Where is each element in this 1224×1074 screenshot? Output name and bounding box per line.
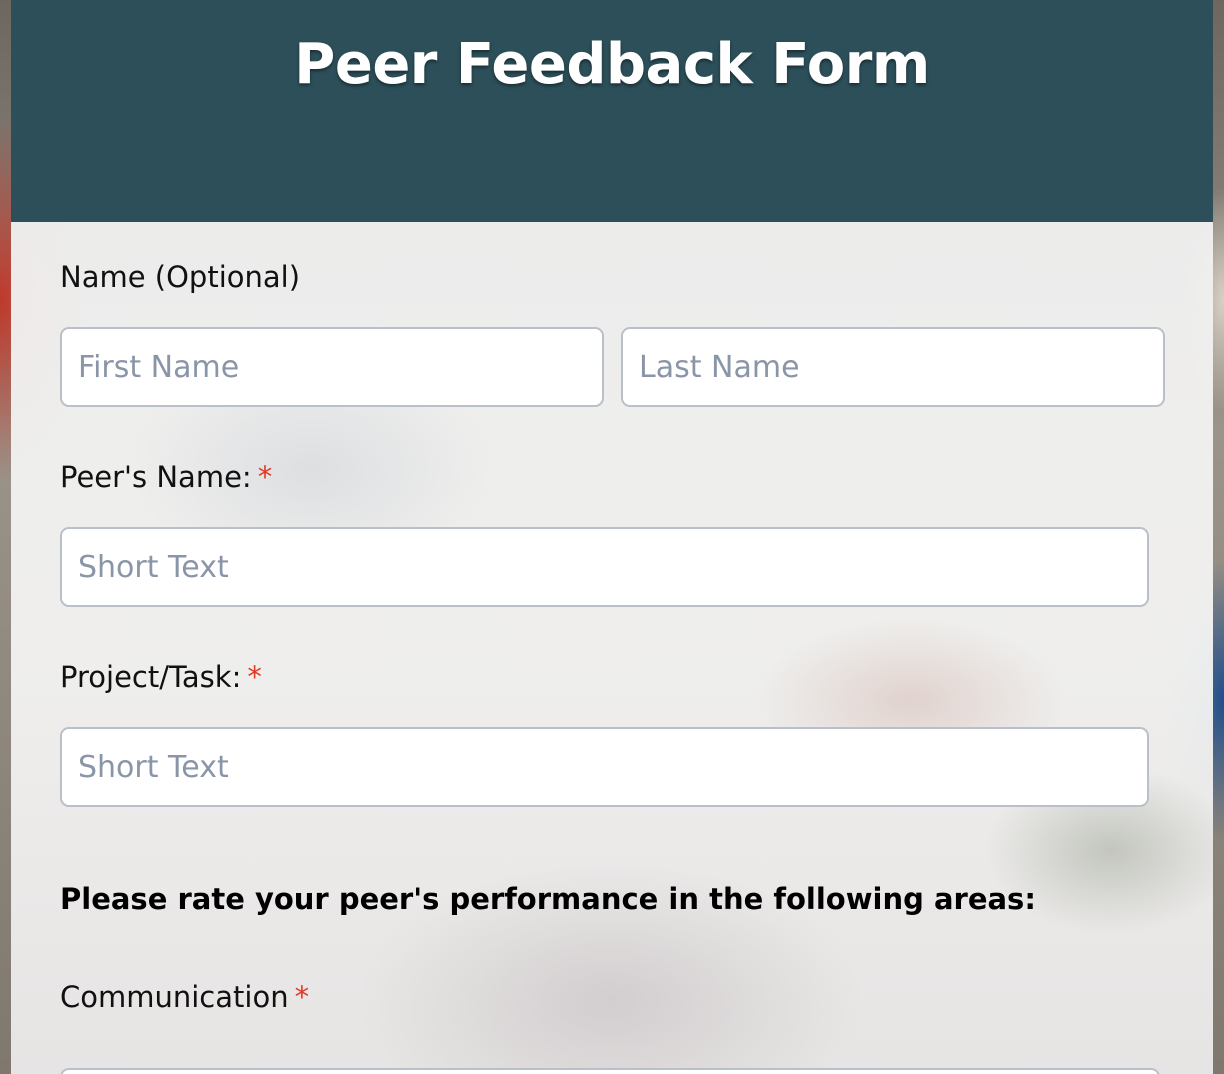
- communication-rating-field[interactable]: [60, 1068, 1160, 1074]
- communication-label: Communication *: [60, 983, 309, 1012]
- form-card: Peer Feedback Form Name (Optional) Peer'…: [11, 0, 1213, 1074]
- first-name-input[interactable]: [60, 327, 604, 407]
- peer-name-label: Peer's Name: *: [60, 463, 272, 492]
- required-asterisk: *: [257, 460, 273, 494]
- peer-name-input[interactable]: [60, 527, 1149, 607]
- required-asterisk: *: [247, 660, 262, 694]
- last-name-input[interactable]: [621, 327, 1165, 407]
- form-header: Peer Feedback Form: [11, 0, 1213, 222]
- project-task-label-text: Project/Task:: [60, 660, 242, 694]
- name-label-text: Name (Optional): [60, 260, 301, 294]
- required-asterisk: *: [294, 980, 310, 1014]
- peer-name-label-text: Peer's Name:: [60, 460, 252, 494]
- name-label: Name (Optional): [60, 263, 300, 292]
- form-title: Peer Feedback Form: [294, 32, 930, 97]
- project-task-label: Project/Task: *: [60, 663, 262, 692]
- communication-label-text: Communication: [60, 980, 289, 1014]
- rating-section-heading: Please rate your peer's performance in t…: [60, 882, 1036, 916]
- project-task-input[interactable]: [60, 727, 1149, 807]
